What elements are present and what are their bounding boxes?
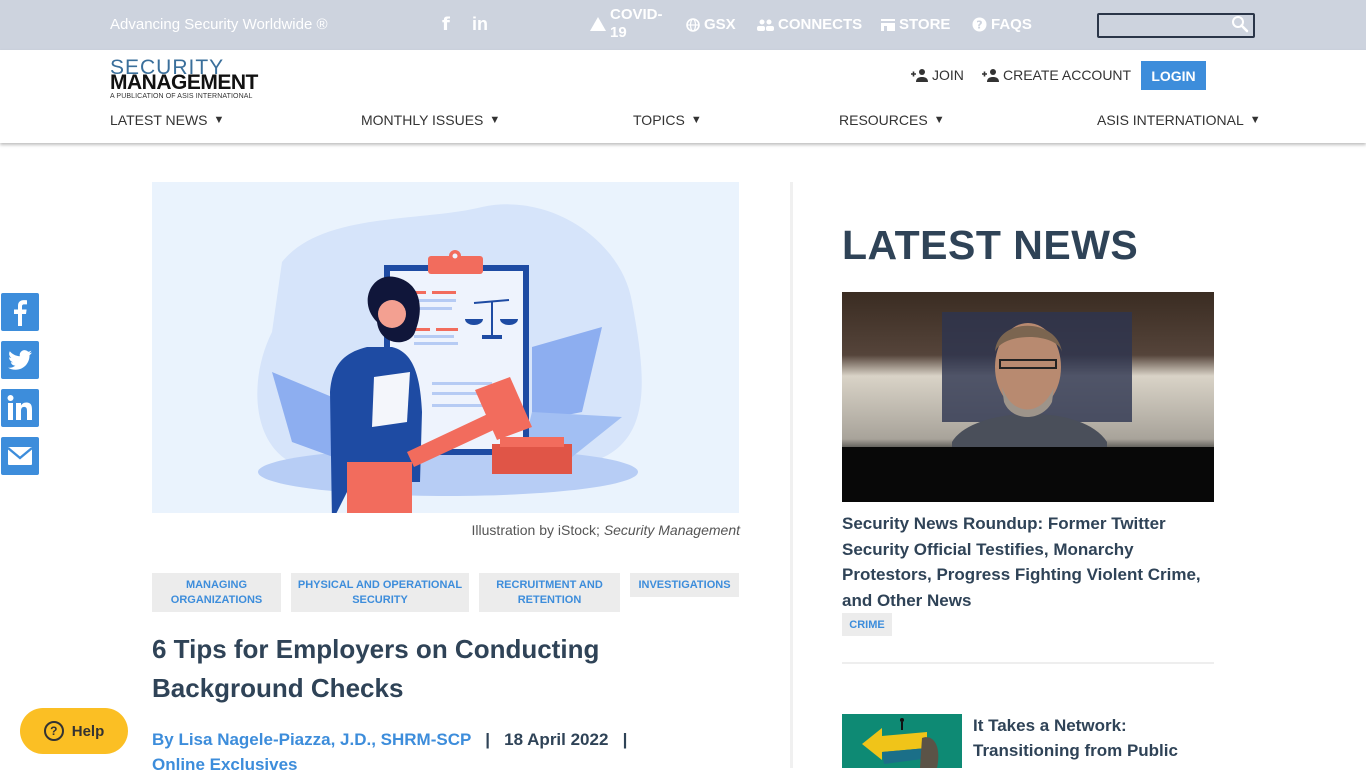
nav-monthly-issues[interactable]: MONTHLY ISSUES ▼ [361,112,500,128]
help-button[interactable]: ? Help [20,708,128,754]
hearing-photo [842,292,1214,502]
nav-label: TOPICS [633,112,685,128]
tagline: Advancing Security Worldwide ® [110,16,328,33]
linkedin-icon[interactable]: in [472,14,488,35]
nav-asis-international[interactable]: ASIS INTERNATIONAL ▼ [1097,112,1261,128]
caret-down-icon: ▼ [213,114,225,126]
faqs-label: FAQS [991,16,1032,33]
help-circle-icon: ? [972,17,987,32]
article-title: 6 Tips for Employers on Conducting Backg… [152,634,600,703]
facebook-icon [14,300,27,326]
article-byline: By Lisa Nagele-Piazza, J.D., SHRM-SCP | … [152,727,672,777]
share-linkedin-button[interactable] [1,389,39,427]
tag-physical-operational-security[interactable]: PHYSICAL AND OPERATIONAL SECURITY [291,573,469,612]
create-account-label: CREATE ACCOUNT [1003,67,1132,83]
logo-subtitle: A PUBLICATION OF ASIS INTERNATIONAL [110,93,253,100]
covid-label: COVID-19 [610,6,663,41]
column-divider [790,182,793,768]
store-link[interactable]: STORE [881,16,950,33]
article-hero-image [152,182,739,513]
nav-label: LATEST NEWS [110,112,208,128]
network-arrow-illustration [842,714,962,768]
section-link[interactable]: Online Exclusives [152,755,298,774]
logo-line-management: MANAGEMENT [110,71,258,94]
gsx-label: GSX [704,16,736,33]
share-email-button[interactable] [1,437,39,475]
svg-text:?: ? [976,19,982,32]
linkedin-icon [7,395,32,420]
search-input[interactable] [1099,15,1224,36]
help-icon: ? [43,721,64,741]
store-label: STORE [899,16,951,33]
create-account-link[interactable]: CREATE ACCOUNT [981,67,1131,83]
gavel-clipboard-illustration [152,182,739,513]
article-date: 18 April 2022 [504,730,609,749]
twitter-icon [8,350,32,370]
add-user-icon [982,69,999,82]
facebook-icon[interactable]: f [442,14,450,35]
tag-investigations[interactable]: INVESTIGATIONS [630,573,739,597]
caption-credit: Illustration by iStock; [471,522,604,538]
email-icon [7,447,33,465]
utility-bar: Advancing Security Worldwide ® f in COVI… [0,0,1366,50]
image-caption: Illustration by iStock; Security Managem… [472,522,740,538]
caret-down-icon: ▼ [1249,114,1261,126]
tag-managing-organizations[interactable]: MANAGING ORGANIZATIONS [152,573,281,612]
nav-label: RESOURCES [839,112,928,128]
byline-separator: | [622,730,628,749]
caret-down-icon: ▼ [690,114,702,126]
share-twitter-button[interactable] [1,341,39,379]
share-facebook-button[interactable] [1,293,39,331]
tag-recruitment-retention[interactable]: RECRUITMENT AND RETENTION [479,573,620,612]
faqs-link[interactable]: ? FAQS [972,16,1032,33]
gsx-link[interactable]: GSX [686,16,736,33]
connects-label: CONNECTS [778,16,863,33]
caption-publication: Security Management [603,522,740,538]
site-logo[interactable]: SECURITY MANAGEMENT A PUBLICATION OF ASI… [110,57,272,102]
join-link[interactable]: JOIN [910,67,964,83]
latest-news-heading: LATEST NEWS [842,222,1139,268]
news-item-title[interactable]: It Takes a Network: Transitioning from P… [973,713,1213,763]
news-item-title[interactable]: Security News Roundup: Former Twitter Se… [842,511,1214,613]
nav-topics[interactable]: TOPICS ▼ [633,112,702,128]
tag-crime[interactable]: CRIME [842,613,892,636]
warning-icon [590,17,606,31]
help-label: Help [71,722,105,740]
news-divider [842,662,1214,664]
add-user-icon [911,69,928,82]
nav-latest-news[interactable]: LATEST NEWS ▼ [110,112,224,128]
search-box [1097,13,1255,38]
store-icon [881,18,895,31]
byline-separator: | [485,730,490,749]
author-link[interactable]: By Lisa Nagele-Piazza, J.D., SHRM-SCP [152,730,471,749]
login-button[interactable]: LOGIN [1141,61,1206,90]
people-icon [757,19,774,31]
globe-icon [686,17,700,32]
nav-resources[interactable]: RESOURCES ▼ [839,112,945,128]
join-label: JOIN [932,67,964,83]
caret-down-icon: ▼ [489,114,501,126]
news-thumbnail[interactable] [842,292,1214,502]
connects-link[interactable]: CONNECTS [757,16,862,33]
nav-label: MONTHLY ISSUES [361,112,484,128]
nav-label: ASIS INTERNATIONAL [1097,112,1244,128]
search-icon[interactable] [1231,15,1249,33]
site-header: SECURITY MANAGEMENT A PUBLICATION OF ASI… [0,50,1366,143]
covid-link[interactable]: COVID-19 [590,6,663,42]
news-thumbnail[interactable] [842,714,962,768]
caret-down-icon: ▼ [933,114,945,126]
